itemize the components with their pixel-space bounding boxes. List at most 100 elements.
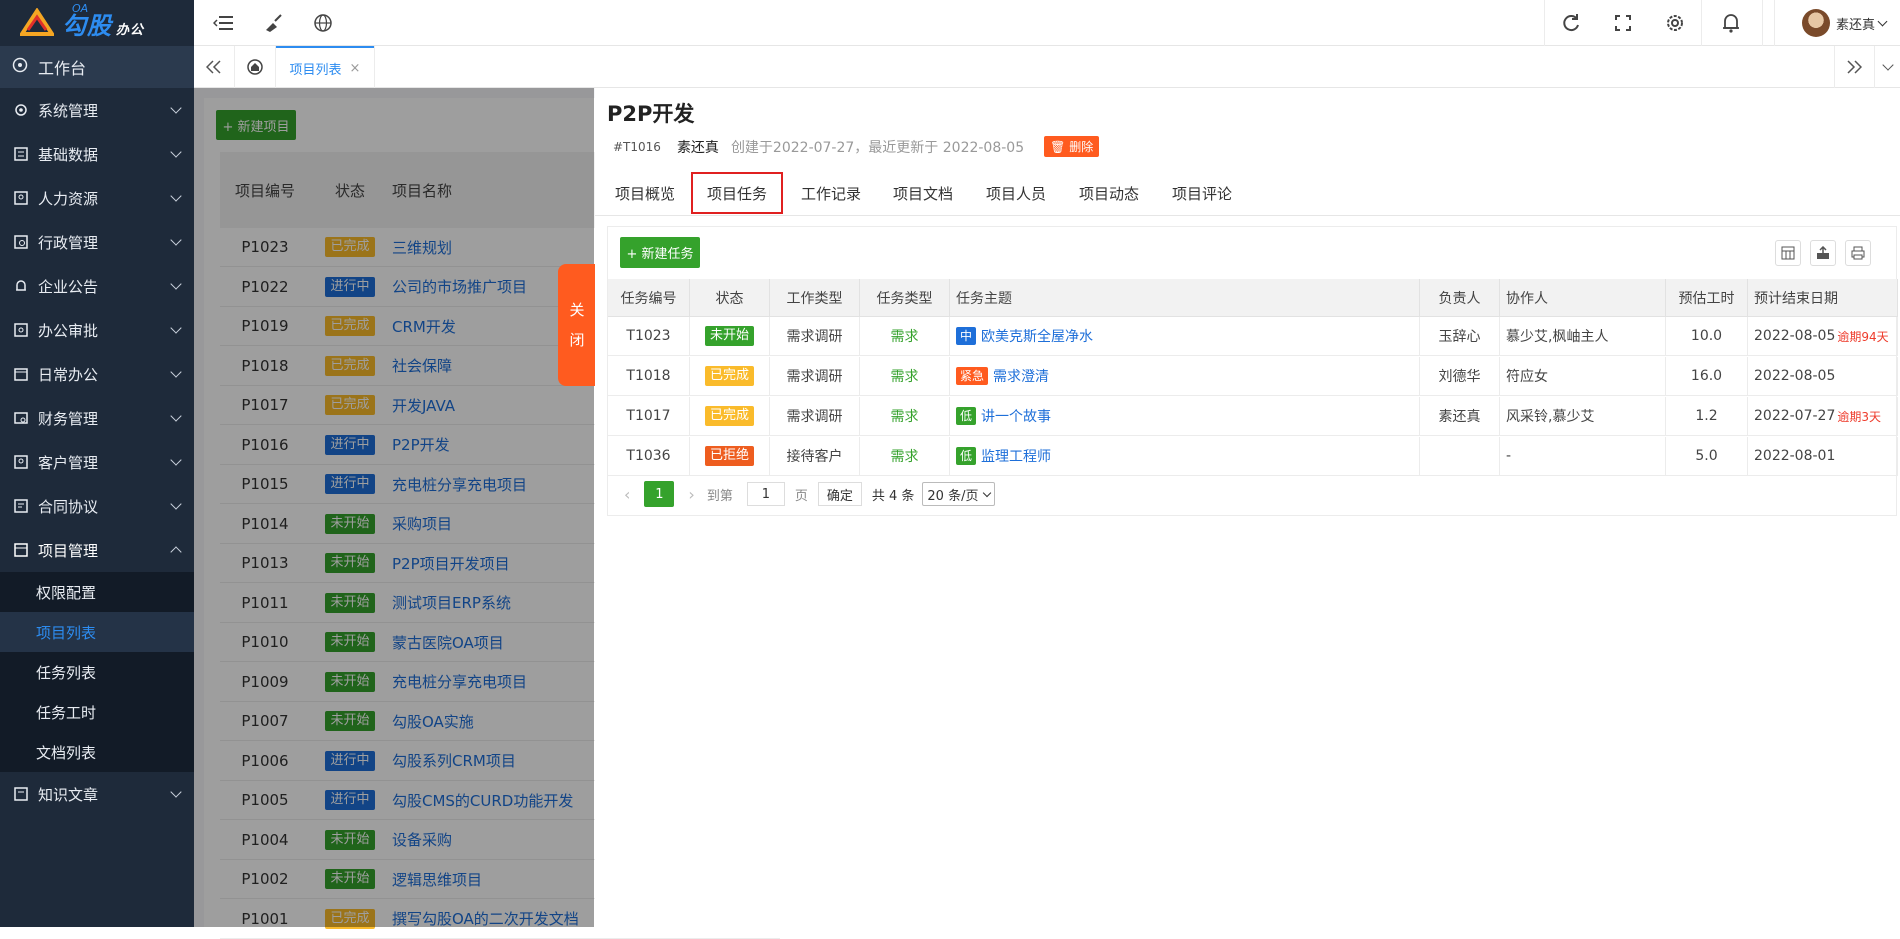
col-header: 预估工时	[1666, 279, 1748, 317]
table-cell: 2022-08-01	[1748, 437, 1898, 476]
sidebar-sub-project-list[interactable]: 项目列表	[0, 612, 194, 652]
nav-item-contract[interactable]: 合同协议	[0, 484, 194, 528]
status-badge: 已完成	[704, 366, 754, 386]
nav-item-notice[interactable]: 企业公告	[0, 264, 194, 308]
close-drawer-button[interactable]: 关 闭	[558, 264, 596, 386]
tab-overview[interactable]: 项目概览	[615, 170, 675, 216]
customer-icon	[12, 453, 30, 471]
task-type: 需求	[890, 409, 919, 425]
bell-icon	[12, 277, 30, 295]
tab-comments[interactable]: 项目评论	[1172, 170, 1232, 216]
chevron-down-icon	[170, 410, 182, 422]
nav-item-customer[interactable]: 客户管理	[0, 440, 194, 484]
tab-work-records[interactable]: 工作记录	[801, 170, 861, 216]
estimated-hours: 16.0	[1690, 368, 1723, 384]
task-topic-link[interactable]: 监理工程师	[981, 446, 1051, 466]
approve-icon	[12, 321, 30, 339]
estimated-hours: 1.2	[1695, 408, 1718, 424]
task-owner: 刘德华	[1438, 369, 1481, 385]
columns-grid-icon[interactable]	[1775, 240, 1801, 266]
tab-activity[interactable]: 项目动态	[1079, 170, 1139, 216]
header-divider	[1774, 0, 1775, 46]
chevron-down-icon	[983, 488, 992, 497]
tab-members[interactable]: 项目人员	[986, 170, 1046, 216]
table-cell: 5.0	[1666, 437, 1748, 476]
sidebar-sub-label: 项目列表	[36, 623, 97, 642]
close-icon[interactable]: ×	[350, 61, 361, 76]
nav-item-finance[interactable]: 财务管理	[0, 396, 194, 440]
total-count: 共 4 条	[871, 488, 915, 504]
status-badge: 已拒绝	[704, 446, 754, 466]
overlay-mask[interactable]	[194, 88, 594, 927]
project-icon	[12, 541, 30, 559]
task-id-cell: T1036	[626, 448, 671, 464]
table-cell: T1036	[608, 437, 690, 476]
table-cell: 2022-08-05	[1748, 357, 1898, 396]
sidebar-sub-doc-list[interactable]: 文档列表	[0, 732, 194, 772]
settings-gear-icon[interactable]	[1649, 0, 1701, 46]
tabs-menu-chevron-icon[interactable]	[1875, 46, 1900, 88]
nav-item-system[interactable]: 系统管理	[0, 88, 194, 132]
new-task-button[interactable]: + 新建任务	[620, 237, 700, 268]
prev-page-icon[interactable]: ‹	[624, 485, 630, 504]
print-icon[interactable]	[1845, 240, 1871, 266]
user-menu[interactable]: 素还真	[1802, 0, 1898, 46]
table-cell: 符应女	[1500, 357, 1666, 396]
sidebar-sub-permission[interactable]: 权限配置	[0, 572, 194, 612]
nav-item-hr[interactable]: 人力资源	[0, 176, 194, 220]
table-cell: T1017	[608, 397, 690, 436]
goto-confirm-button[interactable]: 确定	[817, 482, 862, 506]
notification-bell-icon[interactable]	[1711, 0, 1751, 46]
nav-item-approval[interactable]: 办公审批	[0, 308, 194, 352]
refresh-icon[interactable]	[1545, 0, 1597, 46]
sidebar-sub-task-list[interactable]: 任务列表	[0, 652, 194, 692]
nav-item-admin[interactable]: 行政管理	[0, 220, 194, 264]
tab-tasks[interactable]: 项目任务	[691, 172, 784, 214]
chevron-down-icon	[170, 278, 182, 290]
priority-badge: 低	[956, 447, 977, 465]
chevron-down-icon	[170, 366, 182, 378]
table-cell: 需求	[860, 317, 950, 356]
priority-badge: 紧急	[956, 367, 989, 385]
task-helpers: 慕少艾,枫岫主人	[1506, 329, 1609, 345]
brush-icon[interactable]	[258, 0, 288, 46]
tabs-scroll-left-icon[interactable]	[194, 46, 234, 88]
tab-label: 项目概览	[615, 184, 676, 203]
table-cell: 需求	[860, 437, 950, 476]
page-size-select[interactable]: 20 条/页	[922, 482, 996, 506]
tab-documents[interactable]: 项目文档	[893, 170, 953, 216]
sidebar-sub-task-hours[interactable]: 任务工时	[0, 692, 194, 732]
globe-icon[interactable]	[308, 0, 338, 46]
task-type: 需求	[890, 449, 919, 465]
chevron-down-icon	[170, 146, 182, 158]
money-icon	[12, 409, 30, 427]
delete-button[interactable]: 🗑 删除	[1044, 136, 1100, 157]
nav-workbench[interactable]: 工作台	[0, 46, 194, 88]
task-id-cell: T1023	[626, 328, 671, 344]
export-icon[interactable]	[1810, 240, 1836, 266]
home-tab-icon[interactable]	[235, 46, 275, 88]
table-cell: 已拒绝	[690, 437, 770, 476]
database-icon	[12, 145, 30, 163]
nav-item-project[interactable]: 项目管理	[0, 528, 194, 572]
task-topic-link[interactable]: 欧美克斯全屋净水	[981, 326, 1093, 346]
table-cell: T1023	[608, 317, 690, 356]
tabs-scroll-right-icon[interactable]	[1834, 46, 1874, 88]
task-topic-link[interactable]: 需求澄清	[993, 366, 1049, 386]
logo[interactable]: OA 勾股 办公	[0, 0, 194, 46]
nav-item-basic-data[interactable]: 基础数据	[0, 132, 194, 176]
nav-item-knowledge[interactable]: 知识文章	[0, 772, 194, 816]
work-type: 接待客户	[786, 449, 843, 465]
table-cell: 已完成	[690, 357, 770, 396]
nav-item-label: 办公审批	[38, 321, 99, 340]
next-page-icon[interactable]: ›	[688, 485, 694, 504]
nav-item-daily[interactable]: 日常办公	[0, 352, 194, 396]
table-cell: 低讲一个故事	[950, 397, 1420, 436]
task-helpers: 风采铃,慕少艾	[1506, 409, 1595, 425]
tab-project-list[interactable]: 项目列表 ×	[276, 46, 374, 88]
goto-page-input[interactable]: 1	[746, 482, 785, 506]
page-current[interactable]: 1	[644, 481, 675, 507]
menu-toggle-icon[interactable]	[208, 0, 238, 46]
task-topic-link[interactable]: 讲一个故事	[981, 406, 1051, 426]
fullscreen-icon[interactable]	[1597, 0, 1649, 46]
